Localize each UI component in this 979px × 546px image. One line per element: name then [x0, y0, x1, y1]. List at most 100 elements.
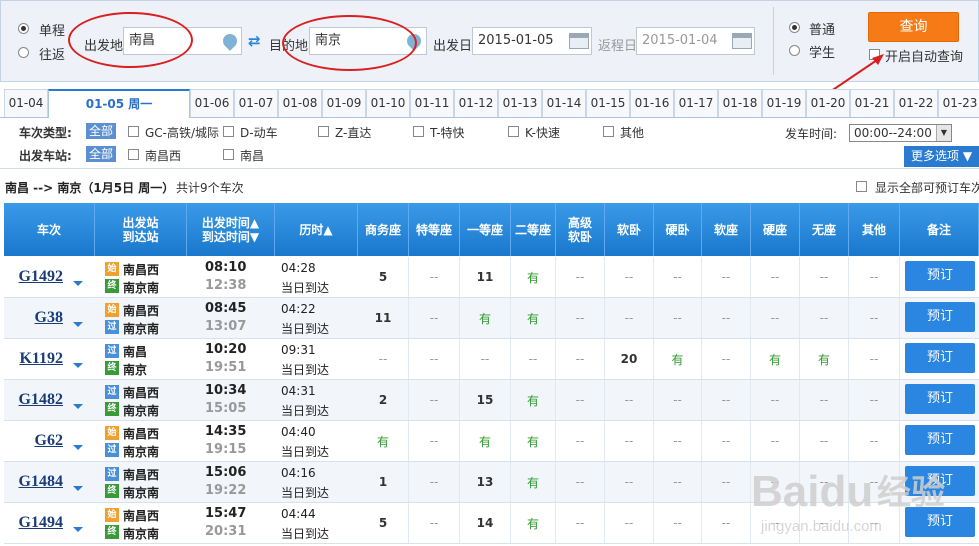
calendar-icon[interactable]	[569, 33, 589, 49]
chevron-down-icon[interactable]	[73, 322, 83, 327]
table-row: G38 始南昌西过南京南 08:45 13:07 04:22 当日到达 11 -- 有有 -- --…	[4, 298, 979, 339]
query-button[interactable]: 查询	[868, 12, 959, 42]
date-tab[interactable]: 01-05 周一	[48, 89, 190, 118]
chevron-down-icon[interactable]	[73, 363, 83, 368]
station-start-icon: 始	[105, 262, 119, 276]
show-all-label: 显示全部可预订车次	[875, 181, 979, 195]
ticket-student-radio[interactable]	[789, 45, 800, 56]
station-checkbox[interactable]	[128, 149, 139, 160]
ticket-normal-radio[interactable]	[789, 22, 800, 33]
station-start-icon: 始	[105, 508, 119, 522]
seat-count: --	[849, 339, 900, 379]
seat-count: --	[409, 339, 460, 379]
date-tab[interactable]: 01-11	[410, 89, 454, 117]
column-header[interactable]: 车次	[4, 203, 95, 256]
arrive-time: 12:38	[205, 278, 247, 293]
date-tab[interactable]: 01-20	[806, 89, 850, 117]
more-options-button[interactable]: 更多选项 ▼	[904, 146, 979, 167]
train-number-link[interactable]: G1484	[4, 462, 95, 502]
date-tab[interactable]: 01-10	[366, 89, 410, 117]
type-checkbox[interactable]	[508, 126, 519, 137]
seat-count: --	[800, 257, 849, 297]
date-tab[interactable]: 01-08	[278, 89, 322, 117]
book-button[interactable]: 预订	[905, 343, 975, 373]
date-tab[interactable]: 01-15	[586, 89, 630, 117]
depart-time-select[interactable]: 00:00--24:00 ▼	[849, 124, 952, 142]
arrival-day: 当日到达	[281, 404, 330, 418]
type-checkbox[interactable]	[223, 126, 234, 137]
train-number-link[interactable]: G38	[4, 298, 95, 338]
trip-round-radio[interactable]	[18, 47, 29, 58]
swap-icon[interactable]: ⇄	[248, 32, 261, 50]
arrive-time: 15:05	[205, 401, 247, 416]
from-station: 南昌	[123, 345, 148, 359]
column-header[interactable]: 历时▲	[275, 203, 358, 256]
book-button[interactable]: 预订	[905, 261, 975, 291]
ticket-normal-label: 普通	[809, 23, 836, 38]
depart-time-label: 发车时间:	[785, 127, 838, 141]
chevron-down-icon[interactable]	[73, 486, 83, 491]
book-button[interactable]: 预订	[905, 302, 975, 332]
date-tab[interactable]: 01-04	[4, 89, 48, 117]
table-header: 车次 出发站 到达站 出发时间▲ 到达时间▼ 历时▲ 商务座 特等座 一等座 二等座 高级 软卧…	[4, 203, 979, 256]
date-tab[interactable]: 01-16	[630, 89, 674, 117]
chevron-down-icon[interactable]	[73, 281, 83, 286]
seat-count: --	[511, 339, 556, 379]
date-tab[interactable]: 01-18	[718, 89, 762, 117]
date-tab[interactable]: 01-14	[542, 89, 586, 117]
train-number-link[interactable]: G1482	[4, 380, 95, 420]
chevron-down-icon[interactable]	[73, 527, 83, 532]
column-header: 商务座	[358, 203, 409, 256]
chevron-down-icon[interactable]	[73, 445, 83, 450]
date-tab[interactable]: 01-23	[938, 89, 979, 117]
train-type-all[interactable]: 全部	[86, 123, 117, 139]
seat-count: --	[556, 421, 605, 461]
date-tab[interactable]: 01-22	[894, 89, 938, 117]
seat-count: 有	[511, 421, 556, 461]
arrival-day: 当日到达	[281, 486, 330, 500]
depart-time: 10:20	[205, 342, 247, 357]
show-all-checkbox[interactable]	[856, 181, 867, 192]
type-option: K-快速	[525, 126, 560, 140]
date-tab[interactable]: 01-12	[454, 89, 498, 117]
date-tab[interactable]: 01-19	[762, 89, 806, 117]
train-number-link[interactable]: G1492	[4, 257, 95, 297]
type-checkbox[interactable]	[128, 126, 139, 137]
column-header: 硬卧	[654, 203, 702, 256]
seat-count: 11	[460, 257, 511, 297]
type-checkbox[interactable]	[603, 126, 614, 137]
more-options-label: 更多选项	[911, 149, 960, 163]
column-header: 一等座	[460, 203, 511, 256]
date-tab[interactable]: 01-07	[234, 89, 278, 117]
trip-oneway-label: 单程	[39, 24, 66, 39]
train-number-link[interactable]: G62	[4, 421, 95, 461]
seat-count: --	[702, 380, 751, 420]
date-tab[interactable]: 01-21	[850, 89, 894, 117]
duration: 04:22	[281, 302, 316, 316]
annotation-circle	[282, 15, 417, 71]
date-tab[interactable]: 01-06	[190, 89, 234, 117]
type-checkbox[interactable]	[413, 126, 424, 137]
station-pass-icon: 过	[105, 385, 119, 399]
seat-count: 14	[460, 503, 511, 543]
divider	[773, 7, 774, 75]
chevron-down-icon[interactable]	[73, 404, 83, 409]
book-button[interactable]: 预订	[905, 384, 975, 414]
date-tab[interactable]: 01-13	[498, 89, 542, 117]
from-station: 南昌西	[123, 304, 160, 318]
date-tab[interactable]: 01-09	[322, 89, 366, 117]
column-header[interactable]: 出发时间▲ 到达时间▼	[187, 203, 275, 256]
to-station: 南京南	[123, 281, 160, 295]
train-number-link[interactable]: K1192	[4, 339, 95, 379]
type-checkbox[interactable]	[318, 126, 329, 137]
date-tab[interactable]: 01-17	[674, 89, 718, 117]
seat-count: --	[605, 380, 654, 420]
seat-count: --	[702, 257, 751, 297]
station-all[interactable]: 全部	[86, 146, 117, 162]
station-checkbox[interactable]	[223, 149, 234, 160]
train-number-link[interactable]: G1494	[4, 503, 95, 543]
seat-count: --	[409, 462, 460, 502]
trip-oneway-radio[interactable]	[18, 23, 29, 34]
depart-date-value: 2015-01-05	[478, 33, 554, 48]
calendar-icon[interactable]	[732, 33, 752, 49]
